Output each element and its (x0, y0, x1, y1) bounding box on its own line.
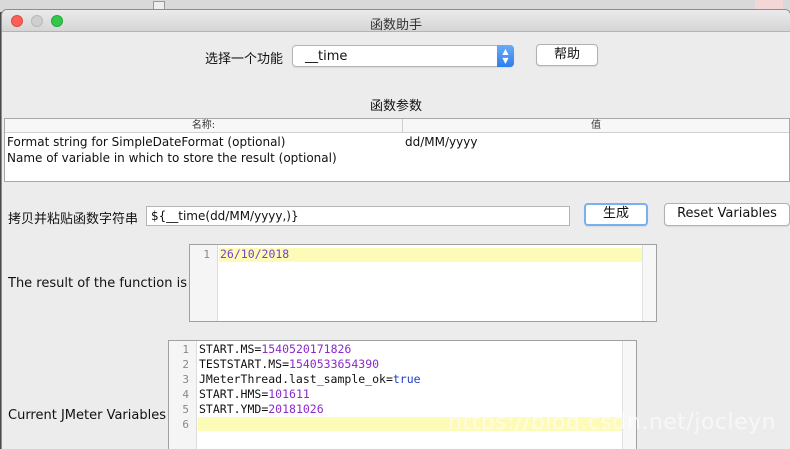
select-arrows-icon[interactable]: ▲ ▼ (497, 45, 514, 67)
line-number: 5 (182, 403, 189, 416)
variable-line[interactable]: TESTSTART.MS=1540533654390 (199, 357, 379, 371)
column-header-name[interactable]: 名称: (5, 119, 403, 133)
title-bar: 函数助手 (2, 10, 790, 33)
result-editor[interactable]: 1 26/10/2018 (189, 244, 657, 322)
variable-value: true (392, 372, 421, 386)
params-table: 名称: 值 Format string for SimpleDateFormat… (4, 118, 790, 182)
reset-variables-button[interactable]: Reset Variables (664, 203, 790, 226)
variables-label: Current JMeter Variables (8, 408, 166, 423)
line-number: 1 (203, 248, 210, 261)
window-title: 函数助手 (369, 18, 422, 33)
params-section-title: 函数参数 (369, 99, 422, 114)
watermark-text: https://blog.csdn.net/jocleyn (448, 410, 777, 435)
variable-value: 1540520171826 (261, 342, 352, 356)
help-button[interactable]: 帮助 (536, 44, 598, 66)
line-number: 4 (182, 388, 189, 401)
variable-value: 20181026 (268, 402, 324, 416)
function-string-field[interactable] (146, 206, 570, 226)
variable-key: START.YMD (199, 402, 262, 416)
line-number: 2 (182, 358, 189, 371)
variable-line[interactable]: JMeterThread.last_sample_ok=true (199, 372, 421, 386)
result-label: The result of the function is (8, 276, 187, 291)
variable-line[interactable]: START.MS=1540520171826 (199, 342, 351, 356)
variable-key: START.HMS (199, 387, 262, 401)
function-helper-dialog: 函数助手 选择一个功能 __time ▲ ▼ 帮助 函数参数 名称: 值 Form… (2, 10, 790, 449)
variable-line[interactable]: START.HMS=101611 (199, 387, 310, 401)
function-select-value: __time (305, 49, 348, 64)
variable-key: JMeterThread.last_sample_ok (199, 372, 386, 386)
param-value-cell[interactable]: dd/MM/yyyy (405, 135, 477, 149)
variable-equals: = (385, 372, 393, 386)
variable-equals: = (282, 357, 290, 371)
function-select-label: 选择一个功能 (205, 52, 284, 67)
copy-paste-label: 拷贝并粘贴函数字符串 (8, 212, 139, 227)
variable-value: 101611 (268, 387, 310, 401)
result-value[interactable]: 26/10/2018 (220, 247, 289, 261)
variable-key: START.MS (199, 342, 255, 356)
generate-button[interactable]: 生成 (584, 203, 648, 226)
function-select[interactable]: __time ▲ ▼ (292, 45, 514, 67)
line-number: 6 (182, 418, 189, 431)
line-number: 3 (182, 373, 189, 386)
result-scrollbar[interactable] (642, 245, 656, 321)
param-name-cell[interactable]: Name of variable in which to store the r… (7, 151, 337, 165)
variable-key: TESTSTART.MS (199, 357, 283, 371)
line-number: 1 (182, 343, 189, 356)
variable-value: 1540533654390 (289, 357, 380, 371)
param-name-cell[interactable]: Format string for SimpleDateFormat (opti… (7, 135, 285, 149)
function-string-input[interactable] (147, 207, 569, 225)
variable-line[interactable]: START.YMD=20181026 (199, 402, 324, 416)
column-header-value[interactable]: 值 (403, 119, 789, 133)
